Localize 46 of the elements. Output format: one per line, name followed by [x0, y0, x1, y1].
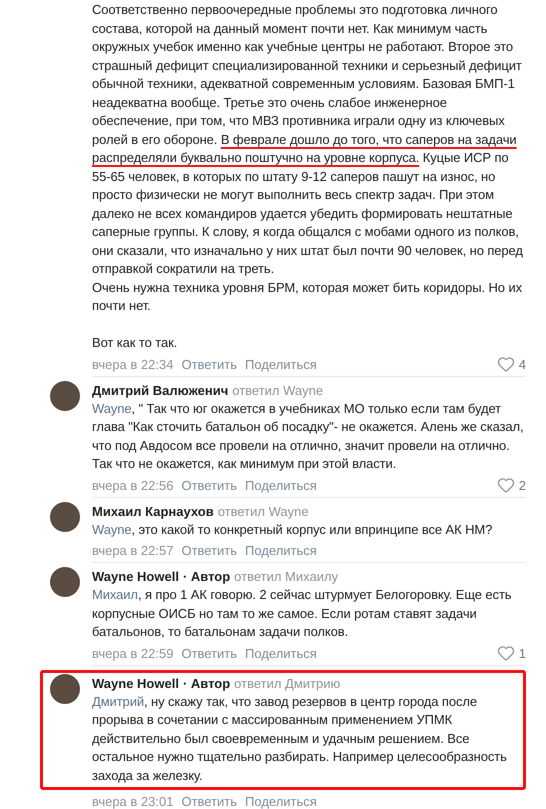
reply-to-label: ответил Дмитрию	[234, 674, 340, 692]
share-link[interactable]: Поделиться	[245, 541, 317, 560]
author-name[interactable]: Wayne Howell	[92, 567, 179, 586]
author-name[interactable]: Дмитрий Валюженич	[92, 380, 228, 400]
reply-to-label: ответил Михаилу	[234, 568, 338, 586]
avatar[interactable]	[50, 380, 80, 410]
like-button[interactable]: 1	[496, 644, 526, 662]
reply-link[interactable]: Ответить	[181, 644, 238, 662]
timestamp[interactable]: вчера в 22:57	[92, 541, 174, 560]
reply-link[interactable]: Ответить	[181, 354, 238, 374]
mention-link[interactable]: Wayne	[92, 522, 132, 536]
share-link[interactable]: Поделиться	[245, 476, 317, 494]
share-link[interactable]: Поделиться	[245, 354, 317, 374]
heart-icon	[496, 476, 515, 494]
author-name[interactable]: Wayne Howell	[92, 674, 179, 692]
share-link[interactable]: Поделиться	[245, 644, 317, 662]
timestamp[interactable]: вчера в 22:34	[92, 354, 174, 374]
timestamp[interactable]: вчера в 23:01	[92, 792, 174, 809]
comment-text: Очень нужна техника уровня БРМ, которая может бить коридоры. Но их почти нет.	[92, 278, 524, 315]
like-button[interactable]: 4	[496, 354, 526, 374]
avatar[interactable]	[50, 674, 80, 704]
avatar[interactable]	[50, 502, 80, 532]
heart-icon	[496, 355, 515, 373]
mention-link[interactable]: Михаил	[92, 587, 138, 602]
comment-text: Wayne, " Так что юг окажется в учебниках МО только если там будет глава "Как сточить батальон об посадку"- не окажется. Алень же сказал, что под Авдосом все провели на отлично, значит провели на отлично. Так что не окажется, как минимум при этой власти.	[92, 400, 525, 473]
reply-link[interactable]: Ответить	[181, 541, 238, 560]
reply-to-label: ответил Wayne	[218, 502, 309, 520]
reply-to-label: ответил Wayne	[232, 382, 324, 400]
comment-text: Михаил, я про 1 АК говорю. 2 сейчас штурмует Белогоровку. Еще есть корпусные ОИСБ но там то же самое. Если ротам ставят задачи батальонов, то батальонам задачи полков.	[92, 586, 512, 641]
avatar[interactable]	[50, 567, 80, 597]
author-role-label: · Автор	[182, 568, 230, 586]
like-button[interactable]: 2	[496, 476, 526, 494]
reply-link[interactable]: Ответить	[181, 792, 238, 809]
author-role-label: · Автор	[182, 674, 230, 692]
timestamp[interactable]: вчера в 22:56	[92, 476, 174, 494]
comment-text: Дмитрий, ну скажу так, что завод резервов в центр города после прорыва в сочетании с массированным применением УПМК действительно был своевременным и удачным решением. Все остальное нужно тщательно разбирать. Например целесообразность захода за железку.	[92, 692, 508, 785]
timestamp[interactable]: вчера в 22:59	[92, 644, 174, 662]
mention-link[interactable]: Wayne	[92, 400, 132, 416]
comment-text: Wayne, это какой то конкретный корпус или впринципе все АК НМ?	[92, 520, 494, 539]
mention-link[interactable]: Дмитрий	[92, 694, 144, 708]
heart-icon	[496, 644, 515, 662]
comment-text: Соответственно первоочередные проблемы это подготовка личного состава, которой на данный момент почти нет. Как минимум часть окружных учебок именно как учебные центры не работают. Второе это страшный дефицит специализированной техники и серьезный дефицит обычной техники, адекватной современным условиям. Базовая БМП-1 неадекватна вообще. Третье это очень слабое инженерное обеспечение, при том, что МВЗ противника играли одну из ключевых ролей в его обороне. В феврале дошло до того, что саперов на задачи распределяли буквально поштучно на уровне корпуса. Куцые ИСР по 55-65 человек, в которых по штату 9-12 саперов пашут на износ, но просто физически не могут выполнить весь спектр задач. При этом далеко не всех командиров удается убедить формировать нештатные саперные группы. К слову, я когда общался с мобами одного из полков, они сказали, что изначально у них штат был почти 90 человек, но перед отправкой сократили на треть.	[92, 1, 524, 278]
author-name[interactable]: Михаил Карнаухов	[92, 502, 214, 520]
comment-text: Вот как то так.	[92, 334, 178, 352]
reply-link[interactable]: Ответить	[181, 476, 238, 494]
share-link[interactable]: Поделиться	[245, 792, 317, 809]
